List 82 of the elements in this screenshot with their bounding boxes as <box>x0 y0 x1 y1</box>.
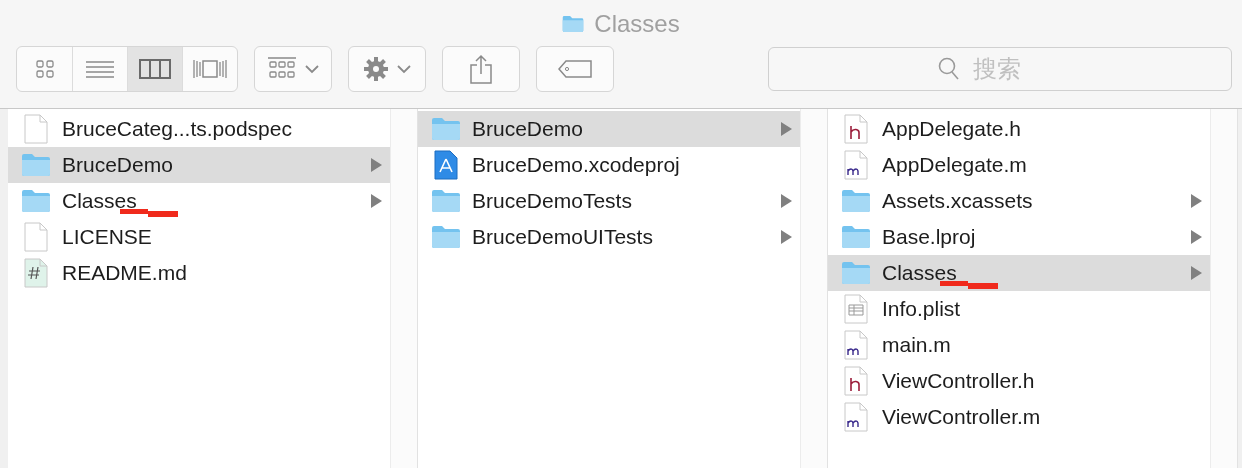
scribble-mark <box>940 279 1000 290</box>
file-row[interactable]: AppDelegate.m <box>828 147 1210 183</box>
file-name: LICENSE <box>62 225 152 249</box>
file-row[interactable]: Assets.xcassets <box>828 183 1210 219</box>
disclosure-arrow-icon[interactable] <box>371 194 382 208</box>
file-row[interactable]: BruceCateg...ts.podspec <box>8 111 390 147</box>
file-name: AppDelegate.m <box>882 153 1027 177</box>
file-row[interactable]: BruceDemoTests <box>418 183 800 219</box>
share-icon <box>469 54 493 84</box>
header-file-icon <box>844 366 868 396</box>
file-name: BruceDemoUITests <box>472 225 653 249</box>
document-icon <box>24 114 48 144</box>
file-name: ViewController.m <box>882 405 1041 429</box>
file-row[interactable]: BruceDemo <box>8 147 390 183</box>
source-file-icon <box>844 402 868 432</box>
file-row[interactable]: BruceDemo.xcodeproj <box>418 147 800 183</box>
file-name: ViewController.h <box>882 369 1035 393</box>
folder-icon <box>841 261 871 285</box>
file-name: Info.plist <box>882 297 961 321</box>
file-name: Classes <box>882 261 957 285</box>
file-row[interactable]: ViewController.m <box>828 399 1210 435</box>
folder-icon <box>431 189 461 213</box>
folder-icon <box>431 117 461 141</box>
project-file-icon <box>434 150 458 180</box>
file-row[interactable]: Info.plist <box>828 291 1210 327</box>
columns-icon <box>139 59 171 79</box>
source-file-icon <box>844 150 868 180</box>
list-icon <box>85 59 115 79</box>
share-button[interactable] <box>442 46 520 92</box>
disclosure-arrow-icon[interactable] <box>1191 230 1202 244</box>
folder-icon <box>21 189 51 213</box>
file-name: BruceCateg...ts.podspec <box>62 117 292 141</box>
file-row[interactable]: AppDelegate.h <box>828 111 1210 147</box>
file-name: Classes <box>62 189 137 213</box>
file-name: AppDelegate.h <box>882 117 1021 141</box>
folder-icon <box>841 189 871 213</box>
view-button[interactable] <box>127 47 182 91</box>
file-name: main.m <box>882 333 951 357</box>
file-name: Assets.xcassets <box>882 189 1033 213</box>
file-row[interactable]: BruceDemo <box>418 111 800 147</box>
arrange-button[interactable] <box>254 46 332 92</box>
file-name: Base.lproj <box>882 225 976 249</box>
header-file-icon <box>844 114 868 144</box>
tag-button[interactable] <box>536 46 614 92</box>
settings-icon <box>363 56 389 82</box>
disclosure-arrow-icon[interactable] <box>781 230 792 244</box>
folder-icon <box>841 225 871 249</box>
disclosure-arrow-icon[interactable] <box>1191 266 1202 280</box>
source-file-icon <box>844 330 868 360</box>
chevron-down-icon <box>397 64 411 74</box>
file-row[interactable]: ViewController.h <box>828 363 1210 399</box>
file-name: BruceDemo <box>62 153 173 177</box>
folder-icon <box>21 153 51 177</box>
search-icon <box>938 57 960 81</box>
disclosure-arrow-icon[interactable] <box>371 158 382 172</box>
cover-flow-icon <box>192 58 228 80</box>
file-name: BruceDemo.xcodeproj <box>472 153 680 177</box>
disclosure-arrow-icon[interactable] <box>781 194 792 208</box>
document-icon <box>24 222 48 252</box>
file-row[interactable]: Base.lproj <box>828 219 1210 255</box>
file-row[interactable]: main.m <box>828 327 1210 363</box>
file-row[interactable]: Classes <box>828 255 1210 291</box>
window-title: Classes <box>594 9 680 39</box>
scribble-mark <box>120 207 180 218</box>
disclosure-arrow-icon[interactable] <box>781 122 792 136</box>
file-row[interactable]: BruceDemoUITests <box>418 219 800 255</box>
file-name: BruceDemo <box>472 117 583 141</box>
disclosure-arrow-icon[interactable] <box>1191 194 1202 208</box>
file-name: README.md <box>62 261 187 285</box>
arrange-icon <box>267 57 297 81</box>
file-name: BruceDemoTests <box>472 189 632 213</box>
action-button[interactable] <box>348 46 426 92</box>
plist-file-icon <box>844 294 868 324</box>
file-row[interactable]: Classes <box>8 183 390 219</box>
tag-icon <box>557 59 593 79</box>
file-row[interactable]: LICENSE <box>8 219 390 255</box>
file-row[interactable]: README.md <box>8 255 390 291</box>
folder-icon <box>562 15 585 33</box>
chevron-down-icon <box>305 64 319 74</box>
grid-icon <box>34 59 55 79</box>
markdown-file-icon <box>24 258 48 288</box>
folder-icon <box>431 225 461 249</box>
